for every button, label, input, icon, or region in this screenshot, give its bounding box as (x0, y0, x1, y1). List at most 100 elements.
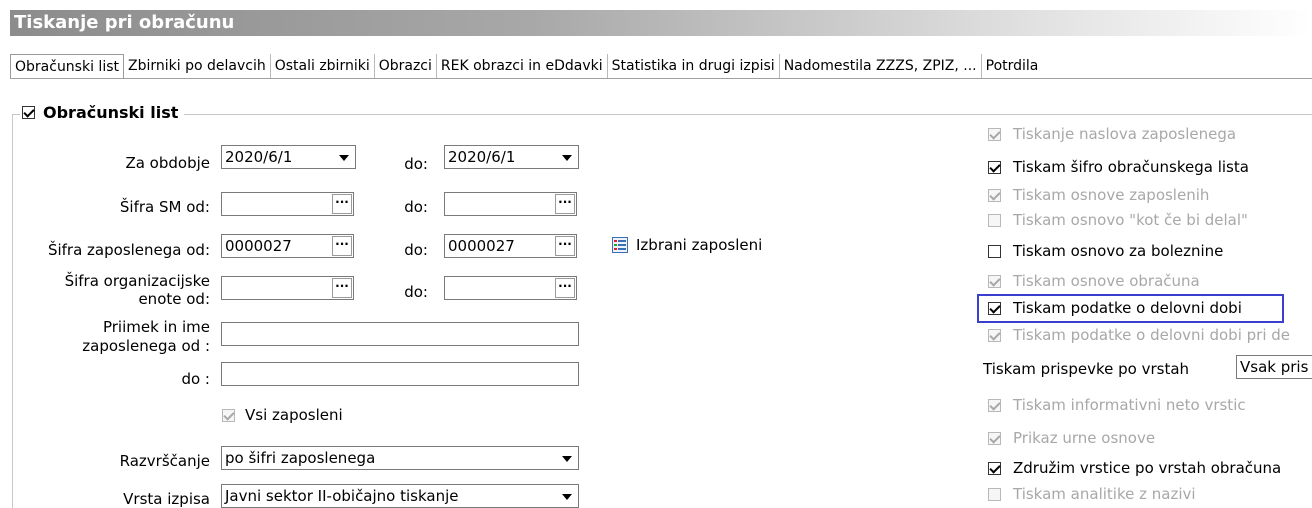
razvrscanje-select[interactable]: po šifri zaposlenega (221, 446, 579, 470)
option-tiskam-analitike[interactable]: Tiskam analitike z nazivi (988, 484, 1196, 504)
option-label: Tiskam podatke o delovni dobi pri de (1013, 326, 1291, 344)
option-label: Tiskam osnove obračuna (1013, 272, 1200, 290)
option-informativni-neto[interactable]: Tiskam informativni neto vrstic (988, 395, 1246, 415)
sifra-sm-label: Šifra SM od: (119, 198, 210, 216)
sifra-org-from-field[interactable]: ··· (221, 276, 354, 300)
sifra-zaposlenega-from-field[interactable]: 0000027 ··· (221, 234, 354, 258)
priimek-to-field[interactable] (221, 362, 579, 386)
option-tiskam-osnovo-boleznine[interactable]: Tiskam osnovo za boleznine (988, 241, 1223, 261)
option-checkbox[interactable] (988, 301, 1001, 315)
group-border-left (12, 114, 13, 508)
option-checkbox[interactable] (988, 188, 1001, 202)
ellipsis-icon[interactable]: ··· (555, 194, 575, 214)
group-header: Obračunski list (20, 103, 185, 122)
razvrscanje-label: Razvrščanje (119, 452, 210, 470)
option-prikaz-urne-osnove[interactable]: Prikaz urne osnove (988, 428, 1155, 448)
window-title: Tiskanje pri obračunu (10, 10, 1312, 36)
option-label: Tiskam podatke o delovni dobi (1013, 299, 1242, 317)
sifra-zaposlenega-to-field[interactable]: 0000027 ··· (444, 234, 577, 258)
option-checkbox[interactable] (988, 431, 1001, 445)
option-label: Združim vrstice po vrstah obračuna (1013, 459, 1282, 477)
option-checkbox[interactable] (988, 398, 1001, 412)
sifra-sm-to-field[interactable]: ··· (444, 192, 577, 216)
tab-obrazci[interactable]: Obrazci (375, 54, 437, 78)
option-label: Tiskam osnovo za boleznine (1013, 242, 1224, 260)
option-checkbox[interactable] (988, 328, 1001, 342)
group-label: Obračunski list (43, 103, 179, 122)
sifra-sm-from-field[interactable]: ··· (221, 192, 354, 216)
tab-obracunski-list[interactable]: Obračunski list (10, 54, 124, 78)
izbrani-zaposleni-button[interactable]: Izbrani zaposleni (612, 236, 762, 254)
option-checkbox[interactable] (988, 213, 1001, 227)
tab-statistika[interactable]: Statistika in drugi izpisi (608, 54, 780, 78)
option-tiskam-delovni-dobi[interactable]: Tiskam podatke o delovni dobi (988, 298, 1242, 318)
sifra-zaposlenega-to-label: do: (404, 241, 428, 259)
tab-rek-obrazci[interactable]: REK obrazci in eDdavki (437, 54, 608, 78)
chevron-down-icon[interactable] (557, 486, 577, 506)
sifra-org-label-line1: Šifra organizacijske (64, 272, 210, 290)
option-tiskanje-naslova[interactable]: Tiskanje naslova zaposlenega (988, 124, 1236, 144)
sifra-zaposlenega-from-value: 0000027 (225, 237, 292, 255)
option-tiskam-osnove-obracuna[interactable]: Tiskam osnove obračuna (988, 271, 1200, 291)
za-obdobje-label: Za obdobje (125, 154, 210, 172)
sifra-sm-to-label: do: (404, 198, 428, 216)
vrsta-izpisa-select[interactable]: Javni sektor II-običajno tiskanje (221, 484, 579, 508)
vsi-zaposleni-checkbox[interactable] (222, 408, 235, 422)
option-label: Prikaz urne osnove (1013, 429, 1156, 447)
tab-potrdila[interactable]: Potrdila (982, 54, 1043, 78)
priimek-label-line2: zaposlenega od : (82, 337, 210, 355)
priimek-to-label: do : (181, 370, 210, 388)
priimek-from-field[interactable] (221, 322, 579, 346)
option-label: Tiskam osnovo "kot če bi delal" (1013, 211, 1248, 229)
ellipsis-icon[interactable]: ··· (555, 278, 575, 298)
option-label: Tiskanje naslova zaposlenega (1013, 125, 1237, 143)
razvrscanje-value: po šifri zaposlenega (225, 449, 376, 467)
tab-nadomestila[interactable]: Nadomestila ZZZS, ZPIZ, ... (780, 54, 982, 78)
sifra-zaposlenega-to-value: 0000027 (448, 237, 515, 255)
tab-divider (10, 78, 1312, 79)
ellipsis-icon[interactable]: ··· (332, 194, 352, 214)
option-label: Tiskam analitike z nazivi (1013, 485, 1196, 503)
vrsta-izpisa-value: Javni sektor II-običajno tiskanje (225, 487, 459, 505)
tab-zbirniki-po-delavcih[interactable]: Zbirniki po delavcih (124, 54, 271, 78)
option-checkbox[interactable] (988, 244, 1001, 258)
ellipsis-icon[interactable]: ··· (332, 278, 352, 298)
za-obdobje-to-value: 2020/6/1 (448, 148, 516, 166)
za-obdobje-to-label: do: (404, 155, 428, 173)
izbrani-zaposleni-label: Izbrani zaposleni (636, 236, 763, 254)
za-obdobje-from-select[interactable]: 2020/6/1 (221, 145, 356, 169)
vrsta-izpisa-label: Vrsta izpisa (123, 490, 210, 508)
group-border-top (12, 114, 1312, 115)
za-obdobje-from-value: 2020/6/1 (225, 148, 293, 166)
za-obdobje-to-select[interactable]: 2020/6/1 (444, 145, 579, 169)
option-tiskam-osnove-zaposlenih[interactable]: Tiskam osnove zaposlenih (988, 185, 1209, 205)
option-checkbox[interactable] (988, 461, 1001, 475)
option-checkbox[interactable] (988, 127, 1001, 141)
list-check-icon (612, 237, 628, 253)
option-zdruzim-vrstice[interactable]: Združim vrstice po vrstah obračuna (988, 458, 1281, 478)
ellipsis-icon[interactable]: ··· (555, 236, 575, 256)
chevron-down-icon[interactable] (557, 147, 577, 167)
sifra-zaposlenega-label: Šifra zaposlenega od: (47, 241, 210, 259)
priimek-label-line1: Priimek in ime (102, 318, 210, 336)
vsi-zaposleni-label: Vsi zaposleni (245, 406, 343, 424)
sifra-org-label-line2: enote od: (138, 290, 210, 308)
option-checkbox[interactable] (988, 274, 1001, 288)
sifra-org-to-label: do: (404, 283, 428, 301)
option-tiskam-sifro[interactable]: Tiskam šifro obračunskega lista (988, 157, 1249, 177)
tab-ostali-zbirniki[interactable]: Ostali zbirniki (271, 54, 375, 78)
chevron-down-icon[interactable] (557, 448, 577, 468)
option-label: Tiskam informativni neto vrstic (1013, 396, 1246, 414)
option-tiskam-delovni-dobi-pri[interactable]: Tiskam podatke o delovni dobi pri de (988, 325, 1290, 345)
prispevki-select[interactable]: Vsak pris (1236, 355, 1312, 379)
vsi-zaposleni-row[interactable]: Vsi zaposleni (222, 406, 343, 424)
option-checkbox[interactable] (988, 487, 1001, 501)
option-label: Tiskam šifro obračunskega lista (1013, 158, 1249, 176)
sifra-org-to-field[interactable]: ··· (444, 276, 577, 300)
option-tiskam-osnovo-kot-ce[interactable]: Tiskam osnovo "kot če bi delal" (988, 210, 1248, 230)
prispevki-label: Tiskam prispevke po vrstah (983, 360, 1190, 378)
ellipsis-icon[interactable]: ··· (332, 236, 352, 256)
option-checkbox[interactable] (988, 160, 1001, 174)
group-checkbox[interactable] (22, 106, 35, 119)
chevron-down-icon[interactable] (334, 147, 354, 167)
